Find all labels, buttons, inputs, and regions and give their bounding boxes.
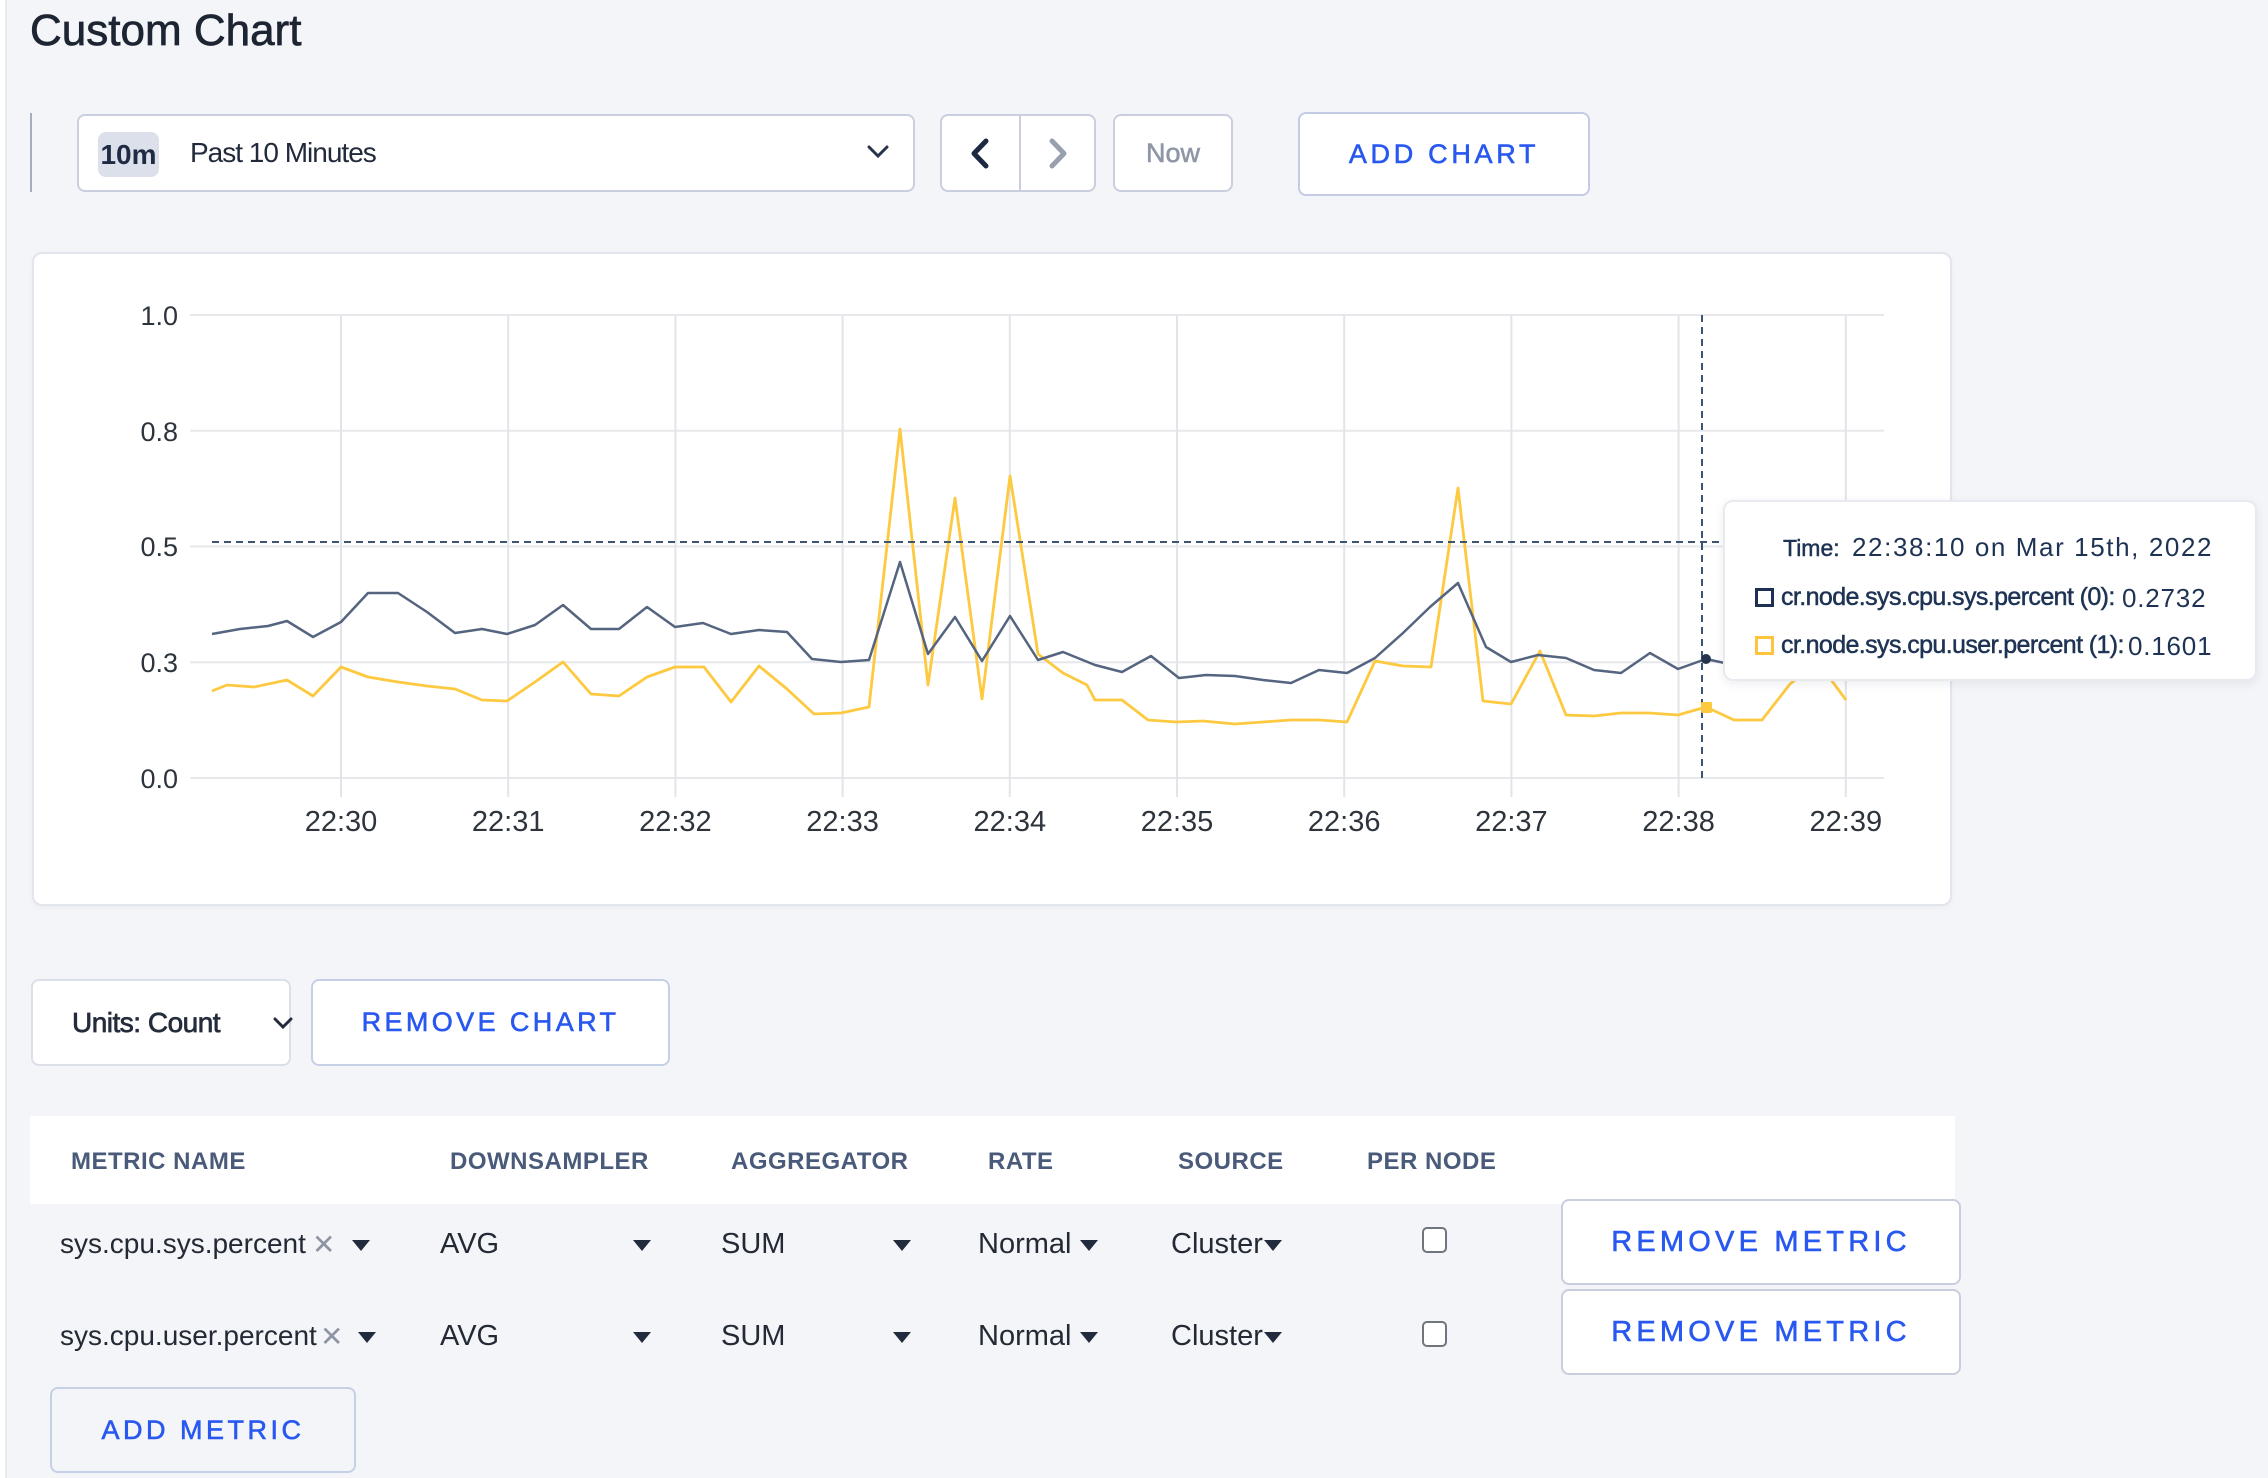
svg-text:22:30: 22:30 (305, 806, 378, 838)
svg-text:22:35: 22:35 (1141, 806, 1214, 838)
svg-text:22:39: 22:39 (1810, 806, 1883, 838)
svg-text:22:34: 22:34 (974, 806, 1047, 838)
svg-text:22:31: 22:31 (472, 806, 545, 838)
svg-text:1.0: 1.0 (140, 301, 178, 331)
svg-text:22:33: 22:33 (806, 806, 879, 838)
svg-text:22:37: 22:37 (1475, 806, 1548, 838)
svg-text:0.3: 0.3 (140, 648, 178, 678)
svg-text:22:36: 22:36 (1308, 806, 1381, 838)
svg-text:22:32: 22:32 (639, 806, 712, 838)
svg-text:0.0: 0.0 (140, 764, 178, 794)
svg-text:0.5: 0.5 (140, 532, 178, 562)
svg-text:0.8: 0.8 (140, 417, 178, 447)
svg-text:22:38: 22:38 (1642, 806, 1715, 838)
